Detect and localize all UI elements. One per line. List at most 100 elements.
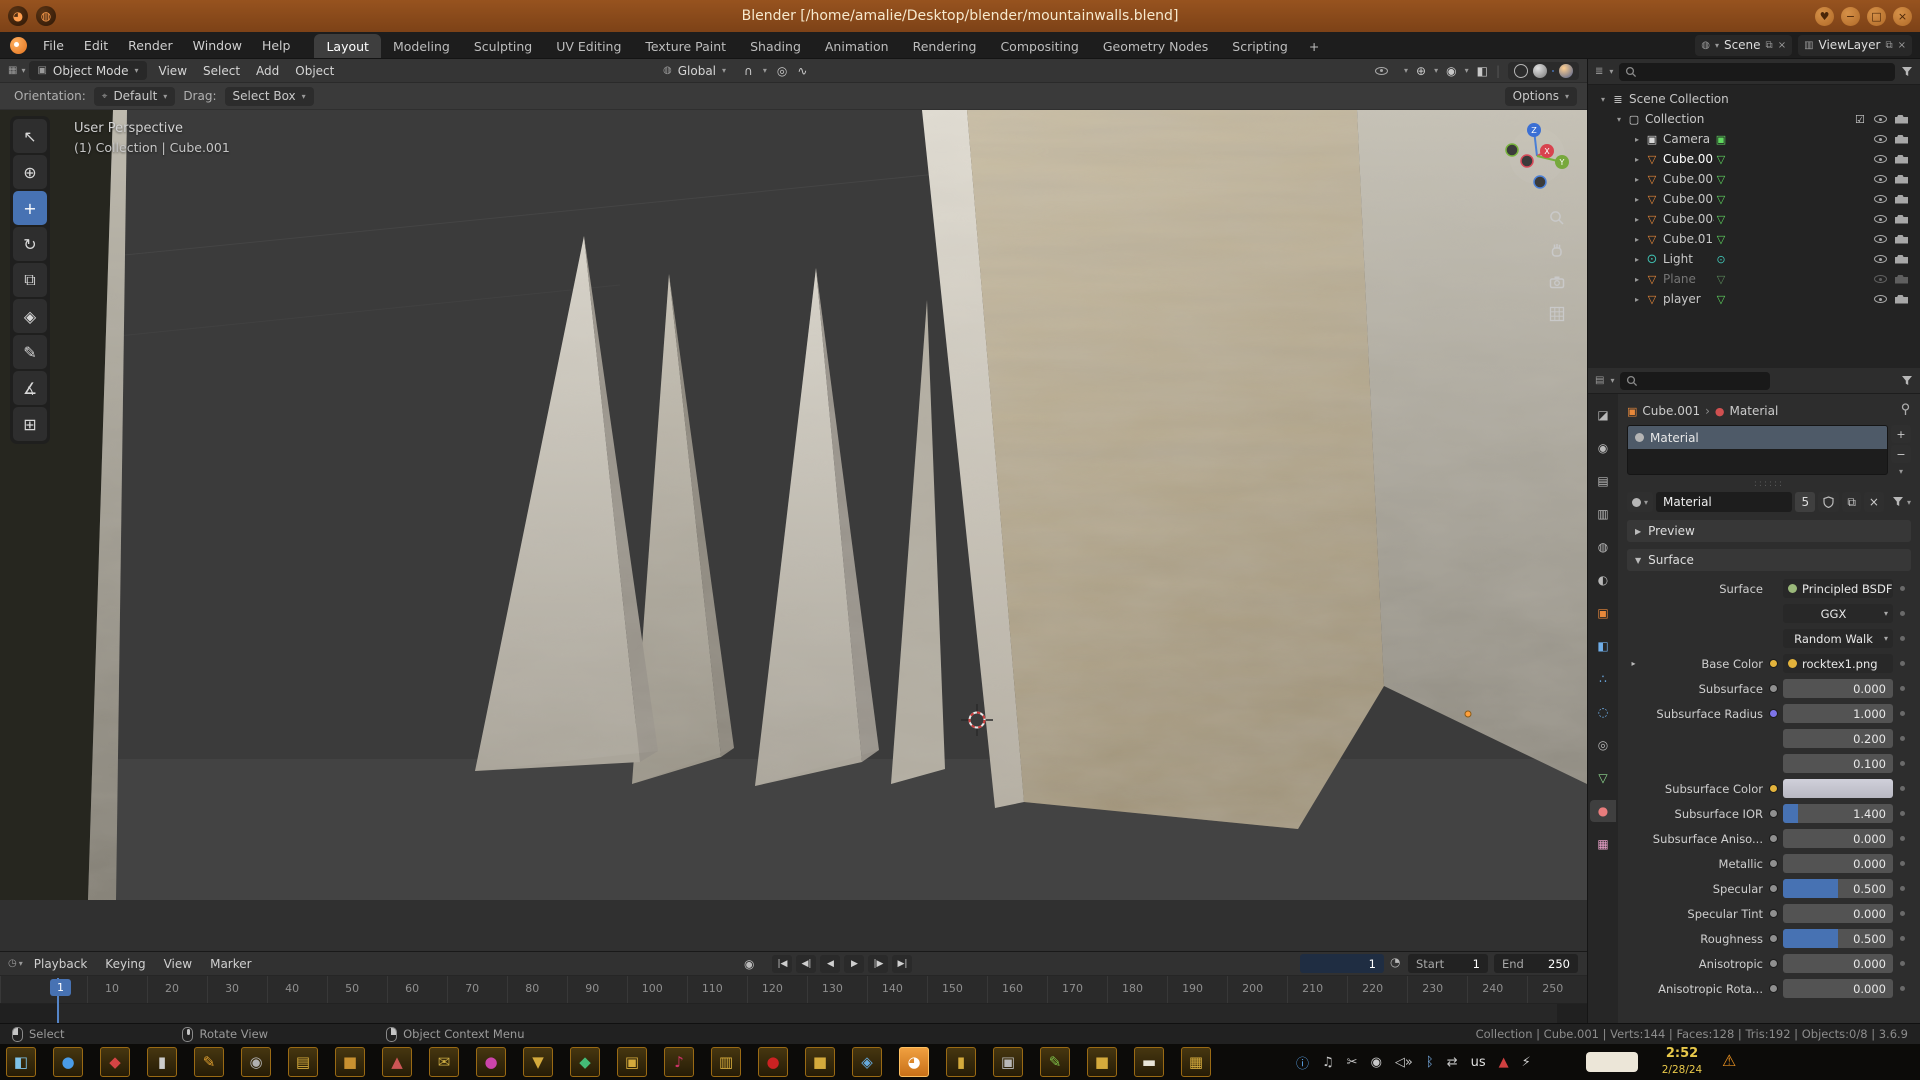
node-socket-icon[interactable] xyxy=(1769,684,1778,693)
node-socket-icon[interactable] xyxy=(1769,709,1778,718)
remove-viewlayer-icon[interactable]: × xyxy=(1898,40,1906,51)
outliner-row[interactable]: ▸ Cube.002 xyxy=(1588,169,1920,189)
properties-tab[interactable]: ● xyxy=(1590,800,1616,822)
tool-button[interactable]: ◈ xyxy=(13,299,47,333)
decorator-dot[interactable] xyxy=(1900,711,1905,716)
editor-type-icon[interactable]: ▦ xyxy=(8,65,17,76)
settings-icon[interactable]: ◍ xyxy=(36,6,56,26)
tray-icon[interactable]: ✂ xyxy=(1347,1055,1358,1070)
workspace-tab[interactable]: Layout xyxy=(314,34,381,58)
add-slot-button[interactable]: + xyxy=(1891,425,1911,443)
tool-button[interactable]: ↻ xyxy=(13,227,47,261)
falloff-icon[interactable]: ∿ xyxy=(797,64,807,78)
camera-view-icon[interactable] xyxy=(1548,273,1566,291)
warning-icon[interactable]: ⚠ xyxy=(1722,1051,1736,1070)
breadcrumb-object[interactable]: Cube.001 xyxy=(1642,404,1700,418)
taskbar-app-icon[interactable]: ✉ xyxy=(429,1047,459,1077)
outliner-row-collection[interactable]: ▾ Collection ☑ xyxy=(1588,109,1920,129)
decorator-dot[interactable] xyxy=(1900,861,1905,866)
unlink-icon[interactable]: × xyxy=(1778,40,1786,51)
node-socket-icon[interactable] xyxy=(1769,909,1778,918)
property-field[interactable]: 1.400 ▾ xyxy=(1783,804,1893,823)
outliner-row[interactable]: ▸ Light xyxy=(1588,249,1920,269)
property-field[interactable]: 0.500 ▾ xyxy=(1783,929,1893,948)
orientation-dropdown[interactable]: ◍ Global▾ xyxy=(655,61,734,80)
property-field[interactable]: 0.000 ▾ xyxy=(1783,679,1893,698)
tray-icon[interactable]: ⚡ xyxy=(1522,1055,1531,1070)
properties-tab[interactable]: ◉ xyxy=(1590,437,1616,459)
taskbar-app-icon[interactable]: ▼ xyxy=(523,1047,553,1077)
viewport-menu[interactable]: View xyxy=(151,64,195,78)
taskbar-app-icon[interactable]: ■ xyxy=(1087,1047,1117,1077)
taskbar-app-icon[interactable]: ◉ xyxy=(241,1047,271,1077)
node-socket-icon[interactable] xyxy=(1769,659,1778,668)
properties-tab[interactable]: ◪ xyxy=(1590,404,1616,426)
node-socket-icon[interactable] xyxy=(1769,884,1778,893)
taskbar-app-icon[interactable]: ▣ xyxy=(617,1047,647,1077)
hide-render-icon[interactable] xyxy=(1895,135,1908,144)
proportional-edit-icon[interactable]: ◎ xyxy=(777,64,787,78)
playback-button[interactable]: ◀| xyxy=(796,955,816,973)
property-field[interactable]: 0.000 ▾ xyxy=(1783,854,1893,873)
decorator-dot[interactable] xyxy=(1900,661,1905,666)
zoom-icon[interactable] xyxy=(1548,209,1566,227)
property-field[interactable]: rocktex1.png ▾ xyxy=(1783,654,1893,673)
tray-icon[interactable]: ◉ xyxy=(1371,1055,1382,1070)
property-field[interactable]: 0.100 ▾ xyxy=(1783,754,1893,773)
hide-viewport-icon[interactable] xyxy=(1874,275,1887,283)
menu-item[interactable]: Help xyxy=(252,32,301,58)
drag-handle[interactable]: :::::: xyxy=(1627,477,1911,490)
outliner-row[interactable]: ▸ player xyxy=(1588,289,1920,309)
add-workspace-button[interactable]: + xyxy=(1300,34,1328,58)
menu-item[interactable]: File xyxy=(33,32,74,58)
hide-render-icon[interactable] xyxy=(1895,235,1908,244)
expand-arrow[interactable]: ▸ xyxy=(1627,659,1640,668)
workspace-tab[interactable]: Shading xyxy=(738,34,813,58)
snap-icon[interactable]: ∩ xyxy=(744,64,753,78)
property-field[interactable]: 0.500 ▾ xyxy=(1783,879,1893,898)
material-slot-list[interactable]: Material xyxy=(1627,425,1888,475)
timeline-menu[interactable]: Marker xyxy=(201,957,260,971)
hide-viewport-icon[interactable] xyxy=(1874,215,1887,223)
slot-specials-icon[interactable]: ▾ xyxy=(1891,465,1911,477)
workspace-tab[interactable]: Compositing xyxy=(988,34,1090,58)
hide-viewport-icon[interactable] xyxy=(1874,255,1887,263)
properties-tab[interactable]: ▽ xyxy=(1590,767,1616,789)
close-button[interactable] xyxy=(1893,7,1912,26)
taskbar-app-icon[interactable]: ■ xyxy=(335,1047,365,1077)
app-menu-icon[interactable]: ◕ xyxy=(8,6,28,26)
viewport-menu[interactable]: Object xyxy=(287,64,342,78)
workspace-tab[interactable]: Scripting xyxy=(1220,34,1300,58)
maximize-button[interactable] xyxy=(1867,7,1886,26)
gizmo-toggle-icon[interactable]: ⊕ xyxy=(1416,64,1426,78)
taskbar-app-icon[interactable]: ▤ xyxy=(288,1047,318,1077)
property-field[interactable]: 1.000 ▾ xyxy=(1783,704,1893,723)
timeline-menu[interactable]: Keying xyxy=(96,957,154,971)
viewport-3d[interactable]: ▦▾ ▣ Object Mode▾ ViewSelectAddObject ◍ … xyxy=(0,59,1587,951)
3d-scene[interactable]: Z X Y xyxy=(0,110,1587,951)
hide-render-icon[interactable] xyxy=(1895,215,1908,224)
taskbar-app-icon[interactable]: ◧ xyxy=(6,1047,36,1077)
workspace-tab[interactable]: UV Editing xyxy=(544,34,633,58)
new-viewlayer-icon[interactable]: ⧉ xyxy=(1885,40,1892,51)
editor-type-icon[interactable]: ◷ xyxy=(8,958,17,969)
hide-viewport-icon[interactable] xyxy=(1874,235,1887,243)
workspace-tab[interactable]: Sculpting xyxy=(462,34,544,58)
tray-icon[interactable]: ◁» xyxy=(1395,1055,1413,1070)
mode-dropdown[interactable]: ▣ Object Mode▾ xyxy=(29,61,146,80)
hide-render-icon[interactable] xyxy=(1895,295,1908,304)
frame-start-field[interactable]: Start1 xyxy=(1408,954,1488,973)
hide-viewport-icon[interactable] xyxy=(1874,115,1887,123)
node-socket-icon[interactable] xyxy=(1769,809,1778,818)
visibility-icon[interactable] xyxy=(1375,67,1388,75)
outliner-search-input[interactable] xyxy=(1619,63,1895,81)
properties-tab[interactable]: ◌ xyxy=(1590,701,1616,723)
material-slot-row[interactable]: Material xyxy=(1628,426,1887,449)
blender-logo-icon[interactable] xyxy=(10,37,27,54)
decorator-dot[interactable] xyxy=(1900,986,1905,991)
preview-panel-header[interactable]: ▶Preview xyxy=(1627,520,1911,542)
auto-keying-icon[interactable]: ◉ xyxy=(744,957,754,971)
tray-indicator[interactable] xyxy=(1586,1052,1638,1072)
viewport-menu[interactable]: Add xyxy=(248,64,287,78)
options-button[interactable]: Options▾ xyxy=(1505,87,1577,106)
